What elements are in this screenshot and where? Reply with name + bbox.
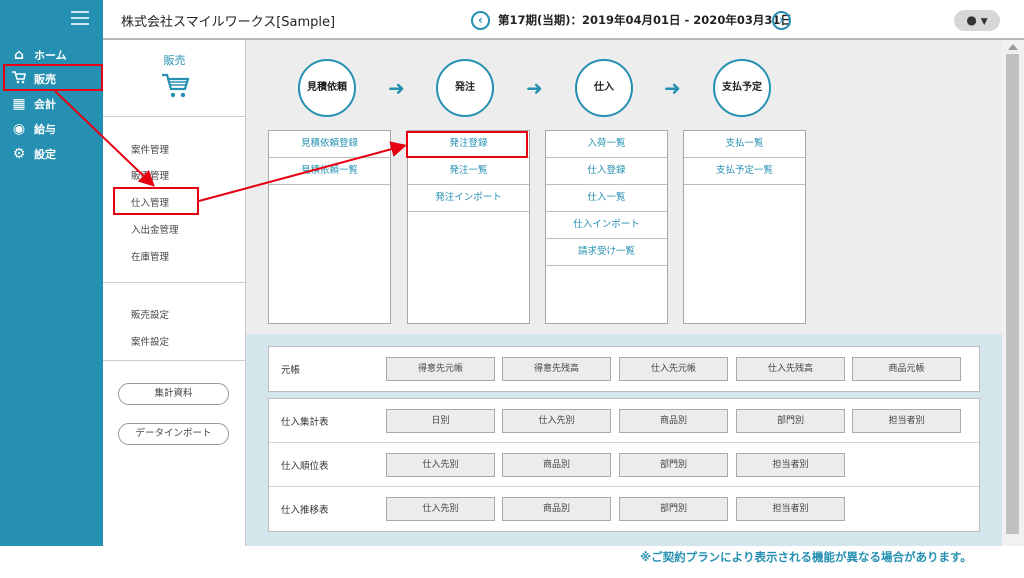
nav-item-settings[interactable]: ⚙ 設定 xyxy=(10,144,56,164)
hamburger-menu-icon[interactable] xyxy=(71,11,89,25)
prev-period-button[interactable]: ‹ xyxy=(471,11,490,30)
report-button[interactable]: 仕入先別 xyxy=(502,409,611,433)
report-button[interactable]: 担当者別 xyxy=(852,409,961,433)
report-button[interactable]: 商品別 xyxy=(502,497,611,521)
report-button[interactable]: 得意先元帳 xyxy=(386,357,495,381)
report-button[interactable]: 仕入先元帳 xyxy=(619,357,728,381)
purchase-column: 入荷一覧 仕入登録 仕入一覧 仕入インポート 請求受け一覧 xyxy=(545,130,668,324)
submenu-item-sales-mgmt[interactable]: 販売管理 xyxy=(131,168,169,182)
nav-item-label: 会計 xyxy=(34,98,56,111)
link-quote-request-list[interactable]: 見積依頼一覧 xyxy=(269,158,390,185)
moneybag-icon: ◉ xyxy=(12,121,26,137)
arrow-right-icon: ➜ xyxy=(388,76,405,100)
report-button[interactable]: 部門別 xyxy=(619,497,728,521)
nav-item-label: ホーム xyxy=(34,49,67,62)
user-menu[interactable]: ● ▼ xyxy=(954,10,1000,31)
report-button[interactable]: 部門別 xyxy=(619,453,728,477)
step-payment-schedule: 支払予定 xyxy=(713,59,771,117)
ledger-box: 元帳 得意先元帳 得意先残高 仕入先元帳 仕入先残高 商品元帳 xyxy=(268,346,980,392)
chevron-right-icon: › xyxy=(779,13,784,27)
arrow-right-icon: ➜ xyxy=(526,76,543,100)
submenu-item-project-settings[interactable]: 案件設定 xyxy=(131,334,169,348)
cart-icon xyxy=(162,73,190,98)
report-button[interactable]: 仕入先別 xyxy=(386,497,495,521)
data-import-button[interactable]: データインポート xyxy=(118,423,229,445)
submenu-item-purchase-mgmt[interactable]: 仕入管理 xyxy=(131,195,169,209)
report-row: 元帳 得意先元帳 得意先残高 仕入先元帳 仕入先残高 商品元帳 xyxy=(269,347,979,391)
link-order-list[interactable]: 発注一覧 xyxy=(408,158,529,185)
calculator-icon: ▦ xyxy=(12,96,26,112)
step-purchase: 仕入 xyxy=(575,59,633,117)
report-row-label: 仕入集計表 xyxy=(281,417,329,428)
step-quote-request: 見積依頼 xyxy=(298,59,356,117)
report-row: 仕入順位表 仕入先別 商品別 部門別 担当者別 xyxy=(269,443,979,487)
report-button[interactable]: 日別 xyxy=(386,409,495,433)
link-quote-request-register[interactable]: 見積依頼登録 xyxy=(269,131,390,158)
arrow-right-icon: ➜ xyxy=(664,76,681,100)
order-column: 発注登録 発注一覧 発注インポート xyxy=(407,130,530,324)
purchase-reports-box: 仕入集計表 日別 仕入先別 商品別 部門別 担当者別 仕入順位表 仕入先別 商品… xyxy=(268,398,980,532)
report-row-label: 仕入推移表 xyxy=(281,505,329,516)
link-order-import[interactable]: 発注インポート xyxy=(408,185,529,212)
submenu-item-sales-settings[interactable]: 販売設定 xyxy=(131,307,169,321)
report-button[interactable]: 部門別 xyxy=(736,409,845,433)
reports-panel: 元帳 得意先元帳 得意先残高 仕入先元帳 仕入先残高 商品元帳 仕入集計表 日別… xyxy=(246,334,1002,546)
link-invoice-received-list[interactable]: 請求受け一覧 xyxy=(546,239,667,266)
top-bar: 株式会社スマイルワークス[Sample] ‹ 第17期(当期)：2019年04月… xyxy=(103,0,1024,40)
caret-down-icon: ▼ xyxy=(980,17,988,27)
report-row-label: 仕入順位表 xyxy=(281,461,329,472)
report-button[interactable]: 仕入先別 xyxy=(386,453,495,477)
link-arrival-list[interactable]: 入荷一覧 xyxy=(546,131,667,158)
fiscal-period: 第17期(当期)：2019年04月01日 - 2020年03月31日 xyxy=(498,13,792,27)
cart-icon xyxy=(10,70,28,88)
home-icon: ⌂ xyxy=(13,47,25,63)
user-icon: ● xyxy=(966,13,977,27)
submenu-item-projects[interactable]: 案件管理 xyxy=(131,142,169,156)
link-payment-list[interactable]: 支払一覧 xyxy=(684,131,805,158)
payment-column: 支払一覧 支払予定一覧 xyxy=(683,130,806,324)
chevron-left-icon: ‹ xyxy=(478,13,483,27)
report-button[interactable]: 担当者別 xyxy=(736,497,845,521)
gear-icon: ⚙ xyxy=(12,146,26,162)
main-nav: ⌂ ホーム 販売 ▦ 会計 ◉ 給与 ⚙ 設定 xyxy=(0,0,103,546)
link-purchase-list[interactable]: 仕入一覧 xyxy=(546,185,667,212)
nav-item-label: 販売 xyxy=(34,73,56,86)
main-content: 見積依頼 ➜ 発注 ➜ 仕入 ➜ 支払予定 見積依頼登録 見積依頼一覧 発注登録… xyxy=(246,40,1002,546)
report-button[interactable]: 担当者別 xyxy=(736,453,845,477)
link-order-register[interactable]: 発注登録 xyxy=(408,131,529,158)
next-period-button[interactable]: › xyxy=(772,11,791,30)
sales-submenu: 販売 案件管理 販売管理 仕入管理 入出金管理 在庫管理 販売設定 案件設定 集… xyxy=(103,40,246,546)
nav-item-label: 給与 xyxy=(34,123,56,136)
vertical-scrollbar[interactable] xyxy=(1002,40,1024,546)
nav-item-label: 設定 xyxy=(34,148,56,161)
nav-item-payroll[interactable]: ◉ 給与 xyxy=(10,119,56,139)
nav-item-accounting[interactable]: ▦ 会計 xyxy=(10,94,56,114)
quote-request-column: 見積依頼登録 見積依頼一覧 xyxy=(268,130,391,324)
link-purchase-register[interactable]: 仕入登録 xyxy=(546,158,667,185)
step-order: 発注 xyxy=(436,59,494,117)
link-purchase-import[interactable]: 仕入インポート xyxy=(546,212,667,239)
report-button[interactable]: 商品別 xyxy=(502,453,611,477)
report-row: 仕入集計表 日別 仕入先別 商品別 部門別 担当者別 xyxy=(269,399,979,443)
plan-note: ※ご契約プランにより表示される機能が異なる場合があります。 xyxy=(640,550,972,564)
submenu-item-cashflow-mgmt[interactable]: 入出金管理 xyxy=(131,222,179,236)
scroll-up-icon[interactable] xyxy=(1008,44,1018,50)
company-name: 株式会社スマイルワークス[Sample] xyxy=(121,15,336,30)
nav-item-home[interactable]: ⌂ ホーム xyxy=(10,45,67,65)
report-button[interactable]: 得意先残高 xyxy=(502,357,611,381)
aggregate-reports-button[interactable]: 集計資料 xyxy=(118,383,229,405)
report-button[interactable]: 仕入先残高 xyxy=(736,357,845,381)
link-payment-schedule-list[interactable]: 支払予定一覧 xyxy=(684,158,805,185)
nav-item-sales[interactable]: 販売 xyxy=(10,69,56,89)
report-button[interactable]: 商品元帳 xyxy=(852,357,961,381)
report-row-label: 元帳 xyxy=(281,365,301,376)
report-button[interactable]: 商品別 xyxy=(619,409,728,433)
report-row: 仕入推移表 仕入先別 商品別 部門別 担当者別 xyxy=(269,487,979,531)
scrollbar-thumb[interactable] xyxy=(1006,54,1019,534)
submenu-title: 販売 xyxy=(163,54,186,67)
submenu-item-inventory-mgmt[interactable]: 在庫管理 xyxy=(131,249,169,263)
